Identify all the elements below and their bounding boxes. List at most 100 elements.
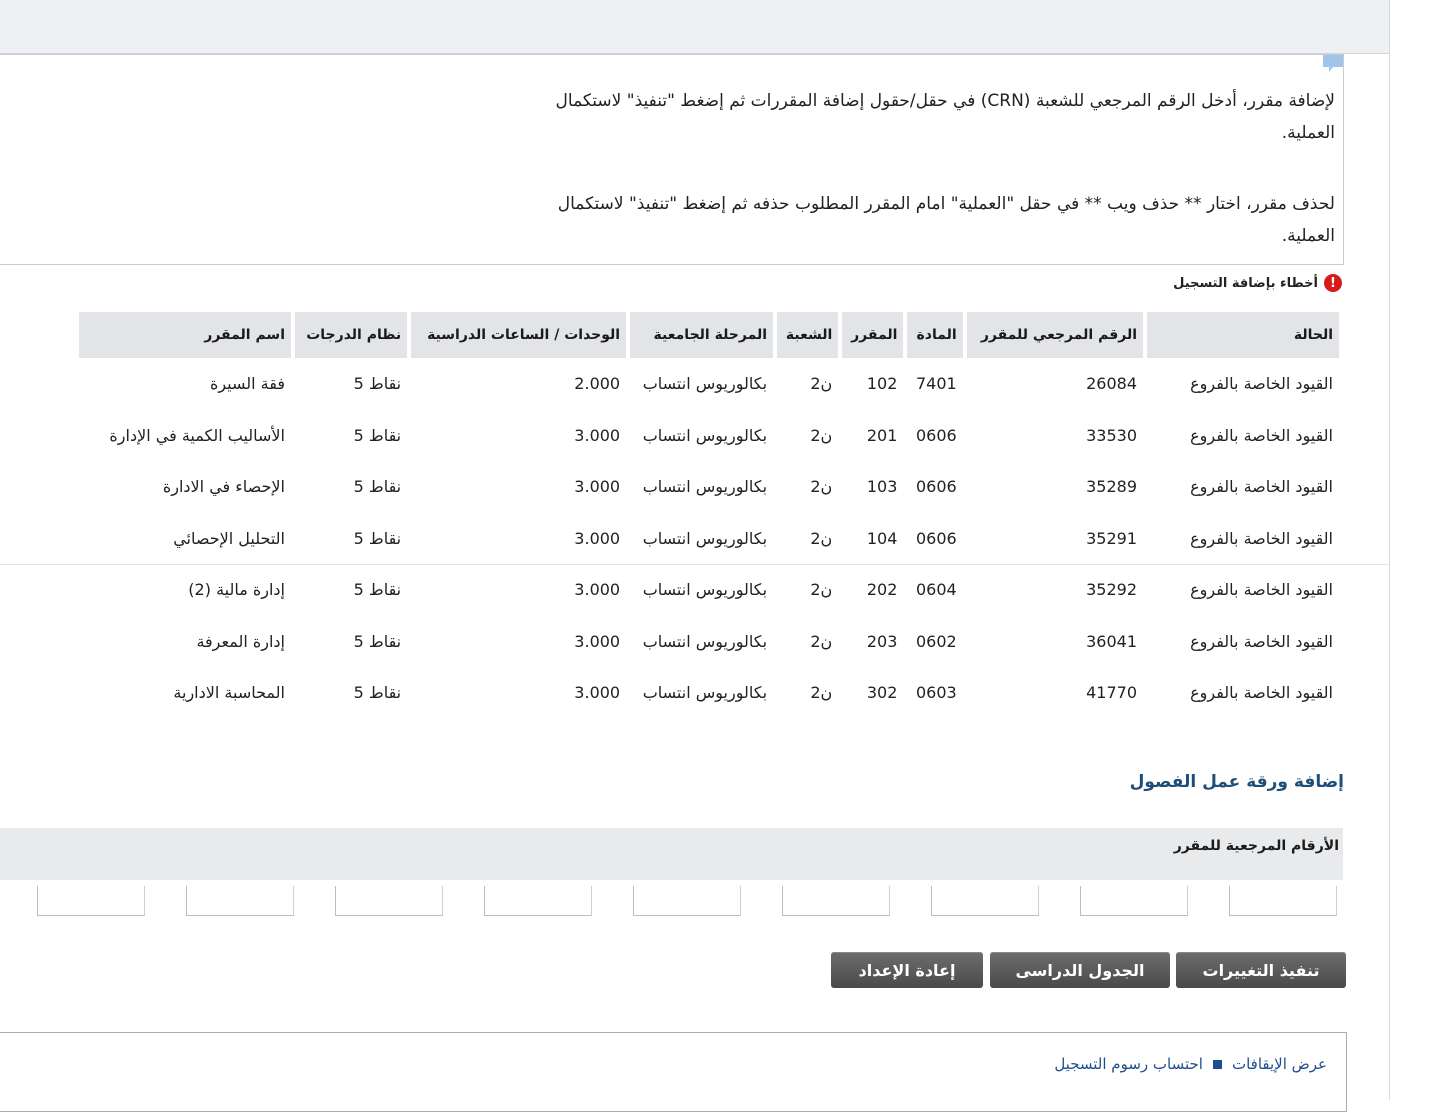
cell-grade-mode: نقاط 5: [353, 477, 402, 497]
cell-level: بكالوريوس انتساب: [642, 683, 768, 703]
crn-input-7[interactable]: [335, 886, 443, 916]
submit-changes-button[interactable]: تنفيذ التغييرات: [1176, 952, 1346, 988]
cell-subject: 7401: [915, 374, 957, 394]
cell-grade-mode: نقاط 5: [353, 425, 402, 445]
cell-course: 104: [866, 528, 898, 548]
errors-title: أخطاء بإضافة التسجيل: [1173, 275, 1318, 291]
table-row: القيود الخاصة بالفروع 35289 0606 103 ن2 بكالو…: [79, 461, 1339, 513]
cell-title: الأساليب الكمية في الإدارة: [109, 425, 285, 445]
col-title: اسم المقرر: [79, 312, 291, 358]
cell-level: بكالوريوس انتساب: [642, 580, 768, 600]
cell-credits: 3.000: [574, 425, 621, 445]
col-level: المرحلة الجامعية: [630, 312, 774, 358]
cell-level: بكالوريوس انتساب: [642, 477, 768, 497]
cell-level: بكالوريوس انتساب: [642, 528, 768, 548]
cell-section: ن2: [810, 580, 833, 600]
bullet-icon: [1212, 1059, 1222, 1069]
page-header-band: [0, 0, 1389, 54]
cell-credits: 3.000: [574, 528, 621, 548]
cell-section: ن2: [810, 631, 833, 651]
cell-crn: 36041: [1086, 631, 1137, 651]
reset-button[interactable]: إعادة الإعداد: [831, 952, 983, 988]
cell-grade-mode: نقاط 5: [353, 683, 402, 703]
crn-input-8[interactable]: [186, 886, 294, 916]
cell-crn: 35291: [1086, 528, 1137, 548]
add-instructions: لإضافة مقرر، أدخل الرقم المرجعي للشعبة (…: [555, 91, 1335, 143]
cell-title: الإحصاء في الادارة: [162, 477, 285, 497]
cell-section: ن2: [810, 683, 833, 703]
table-row: القيود الخاصة بالفروع 35291 0606 104 ن2 بكالو…: [79, 513, 1339, 565]
note-icon: [1323, 55, 1343, 72]
cell-status: القيود الخاصة بالفروع: [1190, 631, 1333, 651]
error-icon: !: [1324, 274, 1342, 292]
cell-section: ن2: [810, 528, 833, 548]
class-schedule-button[interactable]: الجدول الدراسى: [990, 952, 1170, 988]
cell-subject: 0604: [915, 580, 957, 600]
row-separator: [0, 564, 1390, 565]
col-credits: الوحدات / الساعات الدراسية: [411, 312, 627, 358]
cell-section: ن2: [810, 425, 833, 445]
table-row: القيود الخاصة بالفروع 36041 0602 203 ن2 بكالو…: [79, 616, 1339, 668]
cell-status: القيود الخاصة بالفروع: [1190, 683, 1333, 703]
cell-crn: 33530: [1086, 425, 1137, 445]
cell-status: القيود الخاصة بالفروع: [1190, 580, 1333, 600]
cell-status: القيود الخاصة بالفروع: [1190, 477, 1333, 497]
crn-input-3[interactable]: [931, 886, 1039, 916]
cell-section: ن2: [810, 477, 833, 497]
cell-level: بكالوريوس انتساب: [642, 425, 768, 445]
col-subject: المادة: [907, 312, 963, 358]
cell-subject: 0606: [915, 425, 957, 445]
cell-title: المحاسبة الادارية: [173, 683, 285, 703]
cell-section: ن2: [810, 374, 833, 394]
cell-course: 201: [866, 425, 898, 445]
instructions-box: لإضافة مقرر، أدخل الرقم المرجعي للشعبة (…: [0, 54, 1344, 265]
crn-input-1[interactable]: [1229, 886, 1337, 916]
cell-grade-mode: نقاط 5: [353, 631, 402, 651]
col-section: الشعبة: [777, 312, 839, 358]
cell-title: إدارة المعرفة: [196, 631, 285, 651]
cell-title: إدارة مالية (2): [188, 580, 285, 600]
cell-level: بكالوريوس انتساب: [642, 374, 768, 394]
cell-course: 103: [866, 477, 898, 497]
table-row: القيود الخاصة بالفروع 26084 7401 102 ن2 بكالو…: [79, 358, 1339, 410]
cell-course: 102: [866, 374, 898, 394]
cell-crn: 35292: [1086, 580, 1137, 600]
crn-input-6[interactable]: [484, 886, 592, 916]
footer-links-box: عرض الإيقافات احتساب رسوم التسجيل: [0, 1032, 1347, 1112]
cell-level: بكالوريوس انتساب: [642, 631, 768, 651]
cell-grade-mode: نقاط 5: [353, 580, 402, 600]
cell-course: 302: [866, 683, 898, 703]
cell-subject: 0603: [915, 683, 957, 703]
crn-input-9[interactable]: [37, 886, 145, 916]
cell-credits: 3.000: [574, 683, 621, 703]
cell-title: التحليل الإحصائي: [173, 528, 285, 548]
table-row: القيود الخاصة بالفروع 41770 0603 302 ن2 بكالو…: [79, 667, 1339, 719]
crn-input-5[interactable]: [633, 886, 741, 916]
cell-grade-mode: نقاط 5: [353, 374, 402, 394]
errors-heading: ! أخطاء بإضافة التسجيل: [1173, 274, 1342, 292]
registration-errors-table: الحالة الرقم المرجعي للمقرر المادة المقر…: [75, 312, 1343, 719]
cell-subject: 0606: [915, 528, 957, 548]
cell-crn: 35289: [1086, 477, 1137, 497]
table-row: القيود الخاصة بالفروع 33530 0606 201 ن2 بكالو…: [79, 410, 1339, 462]
crn-input-4[interactable]: [782, 886, 890, 916]
crn-input-2[interactable]: [1080, 886, 1188, 916]
cell-credits: 3.000: [574, 580, 621, 600]
cell-course: 203: [866, 631, 898, 651]
crn-header: الأرقام المرجعية للمقرر: [0, 828, 1343, 880]
worksheet-title: إضافة ورقة عمل الفصول: [1129, 772, 1344, 792]
drop-instructions: لحذف مقرر، اختار ** حذف ويب ** في حقل "ا…: [557, 194, 1335, 246]
cell-title: فقة السيرة: [209, 374, 285, 394]
cell-credits: 3.000: [574, 631, 621, 651]
crn-inputs-row: [37, 886, 1341, 920]
col-course: المقرر: [842, 312, 904, 358]
cell-subject: 0606: [915, 477, 957, 497]
cell-crn: 26084: [1086, 374, 1137, 394]
right-divider: [1389, 0, 1390, 1100]
table-header-row: الحالة الرقم المرجعي للمقرر المادة المقر…: [79, 312, 1339, 358]
footer-links: عرض الإيقافات احتساب رسوم التسجيل: [1054, 1055, 1327, 1073]
cell-crn: 41770: [1086, 683, 1137, 703]
registration-fees-link[interactable]: احتساب رسوم التسجيل: [1054, 1055, 1203, 1073]
view-holds-link[interactable]: عرض الإيقافات: [1232, 1055, 1327, 1073]
table-row: القيود الخاصة بالفروع 35292 0604 202 ن2 بكالو…: [79, 564, 1339, 616]
